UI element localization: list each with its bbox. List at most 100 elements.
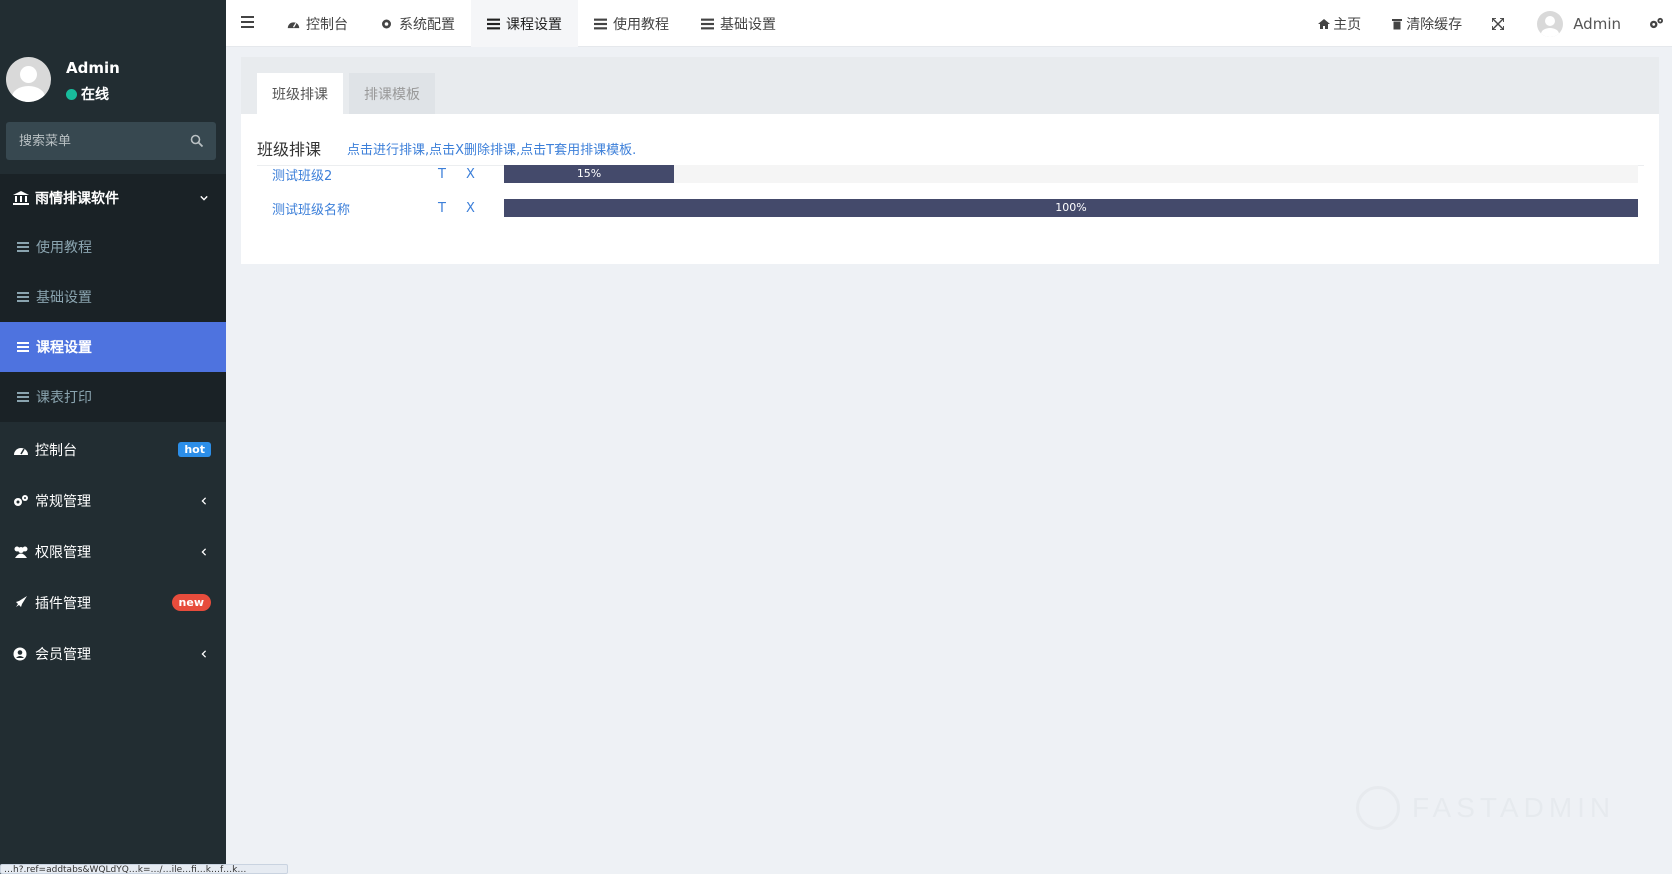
sidebar-item-timetable-print[interactable]: 课表打印: [0, 372, 226, 422]
tab-tutorial[interactable]: 使用教程: [578, 0, 685, 47]
navbar-right: 主页 清除缓存 Admin: [1318, 0, 1672, 47]
sidebar-item-general[interactable]: 常规管理: [0, 475, 226, 526]
sidebar: Admin 在线 雨情排课软件 使用教程: [0, 0, 226, 874]
sidebar-item-tutorial[interactable]: 使用教程: [0, 222, 226, 272]
hint-text: 点击进行排课,点击X删除排课,点击T套用排课模板.: [347, 143, 637, 158]
list-icon: [487, 18, 500, 29]
progress-fill: 100%: [504, 199, 1638, 217]
progress-bar: 15%: [504, 165, 1638, 183]
tab-label: 控制台: [306, 16, 348, 33]
sidebar-menu: 雨情排课软件 使用教程 基础设置 课程设置 课表打印 控制台 hot 常规管理 …: [0, 174, 226, 679]
list-icon: [17, 342, 29, 352]
clear-cache-label: 清除缓存: [1406, 16, 1463, 33]
sidebar-item-label: 权限管理: [35, 544, 91, 561]
search-menu-input[interactable]: [6, 122, 176, 160]
user-circle-icon: [13, 647, 27, 660]
tab-system-config[interactable]: 系统配置: [364, 0, 471, 47]
expand-icon: [1492, 17, 1505, 30]
list-icon: [17, 242, 29, 252]
list-item: 测试班级2 T X 15%: [272, 165, 1644, 184]
dashboard-icon: [14, 447, 28, 455]
watermark: FASTADMIN: [1356, 786, 1615, 830]
rocket-icon: [16, 595, 27, 607]
user-status-label: 在线: [81, 87, 109, 103]
search-box: [6, 122, 216, 160]
sidebar-item-label: 基础设置: [36, 290, 92, 306]
list-icon: [594, 18, 607, 29]
menu-group-header[interactable]: 雨情排课软件: [0, 174, 226, 222]
sidebar-item-members[interactable]: 会员管理: [0, 628, 226, 679]
apply-template-link[interactable]: T: [438, 167, 466, 182]
search-icon[interactable]: [190, 134, 204, 148]
users-icon: [14, 546, 28, 558]
tab-label: 系统配置: [399, 16, 455, 33]
online-dot-icon: [66, 88, 77, 100]
content-header: 班级排课 点击进行排课,点击X删除排课,点击T套用排课模板.: [257, 136, 1644, 166]
tab-label: 使用教程: [613, 16, 669, 33]
trash-icon: [1392, 18, 1403, 29]
cogs-icon[interactable]: [1649, 17, 1664, 30]
new-badge: new: [171, 594, 211, 611]
admin-name: Admin: [1573, 14, 1621, 33]
panel-tabs: 班级排课 排课模板: [241, 57, 1659, 114]
sidebar-item-label: 课表打印: [36, 390, 92, 406]
lightning-logo-icon: [1356, 786, 1400, 830]
status-url-bar: …h?.ref=addtabs&WQLdYQ…k=…/…ile…fi…k…f…k…: [0, 864, 288, 874]
content-panel: 班级排课 排课模板 班级排课 点击进行排课,点击X删除排课,点击T套用排课模板.…: [241, 57, 1659, 264]
cogs-icon: [14, 494, 28, 506]
user-avatar: [6, 57, 51, 102]
progress-bar: 100%: [504, 199, 1638, 217]
clear-cache-button[interactable]: 清除缓存: [1391, 14, 1462, 34]
class-name-link[interactable]: 测试班级名称: [272, 199, 438, 218]
user-panel: Admin 在线: [0, 0, 226, 110]
list-icon: [17, 392, 29, 402]
home-link[interactable]: 主页: [1318, 14, 1361, 34]
watermark-text: FASTADMIN: [1412, 792, 1616, 823]
sidebar-item-label: 会员管理: [35, 646, 91, 663]
sidebar-item-course-settings[interactable]: 课程设置: [0, 322, 226, 372]
tab-course-settings[interactable]: 课程设置: [471, 0, 578, 47]
nav-tabs: 控制台 系统配置 课程设置 使用教程 基础设置: [271, 0, 792, 47]
list-icon: [701, 18, 714, 29]
menu-group-label: 雨情排课软件: [35, 191, 119, 207]
progress-fill: 15%: [504, 165, 675, 183]
top-navbar: 控制台 系统配置 课程设置 使用教程 基础设置 主页 清除缓存 Admin: [226, 0, 1672, 47]
home-icon: [1318, 18, 1331, 29]
user-menu[interactable]: Admin: [1537, 10, 1621, 37]
sidebar-item-basic-settings[interactable]: 基础设置: [0, 272, 226, 322]
delete-link[interactable]: X: [466, 167, 504, 182]
avatar: [1537, 10, 1564, 37]
tab-label: 课程设置: [506, 16, 562, 33]
fullscreen-button[interactable]: [1492, 17, 1507, 30]
hamburger-icon[interactable]: [241, 16, 254, 28]
sidebar-item-plugins[interactable]: 插件管理 new: [0, 577, 226, 628]
chevron-down-icon: [200, 195, 208, 201]
user-status: 在线: [66, 84, 109, 104]
tab-basic-settings[interactable]: 基础设置: [685, 0, 792, 47]
tab-schedule-template[interactable]: 排课模板: [349, 73, 435, 114]
bank-icon: [13, 191, 29, 205]
chevron-left-icon: [201, 547, 207, 556]
sidebar-item-permissions[interactable]: 权限管理: [0, 526, 226, 577]
tab-dashboard[interactable]: 控制台: [271, 0, 364, 47]
gear-icon: [382, 19, 391, 28]
tab-label: 基础设置: [720, 16, 776, 33]
submenu: 使用教程 基础设置 课程设置 课表打印: [0, 222, 226, 422]
sidebar-item-label: 常规管理: [35, 493, 91, 510]
dashboard-icon: [287, 21, 300, 28]
user-name: Admin: [66, 59, 120, 77]
home-label: 主页: [1333, 16, 1362, 33]
sidebar-item-label: 课程设置: [36, 340, 92, 356]
hot-badge: hot: [178, 442, 211, 457]
page-title: 班级排课: [257, 140, 322, 159]
chevron-left-icon: [201, 649, 207, 658]
list-item: 测试班级名称 T X 100%: [272, 199, 1644, 218]
sidebar-item-dashboard[interactable]: 控制台 hot: [0, 424, 226, 475]
delete-link[interactable]: X: [466, 201, 504, 216]
sidebar-item-label: 使用教程: [36, 240, 92, 256]
class-name-link[interactable]: 测试班级2: [272, 165, 438, 184]
tab-class-scheduling[interactable]: 班级排课: [257, 73, 343, 114]
chevron-left-icon: [201, 496, 207, 505]
apply-template-link[interactable]: T: [438, 201, 466, 216]
sidebar-item-label: 控制台: [35, 442, 77, 459]
